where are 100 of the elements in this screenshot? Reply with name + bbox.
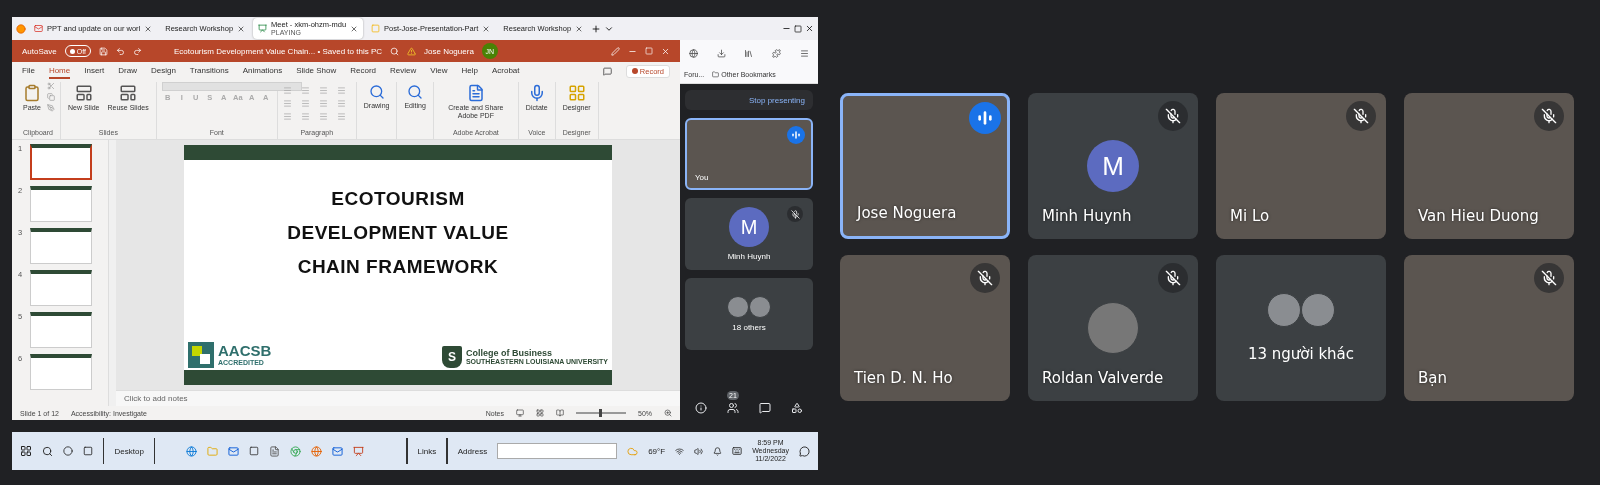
close-icon[interactable] <box>350 24 359 33</box>
record-dot-icon <box>631 68 638 74</box>
toolbar-label[interactable]: Desktop <box>114 446 144 456</box>
slide-thumbnail[interactable] <box>30 228 93 264</box>
close-icon[interactable] <box>805 24 814 33</box>
library-icon[interactable] <box>744 48 754 58</box>
info-icon[interactable] <box>695 402 707 414</box>
ribbon-tab[interactable]: Insert <box>84 63 105 79</box>
font-field[interactable] <box>161 82 302 91</box>
user-name: Jose Noguera <box>424 46 474 56</box>
ribbon-tab[interactable]: File <box>22 63 35 79</box>
toolbar-label[interactable]: Address <box>457 446 488 456</box>
participant-name: Minh Huynh <box>727 252 771 261</box>
mail-icon <box>34 24 43 33</box>
others-count: 13 người khác <box>1247 345 1355 363</box>
grid-view-icon[interactable] <box>536 409 544 417</box>
avatar: M <box>729 207 769 247</box>
globe-icon[interactable] <box>310 445 322 457</box>
ribbon-tab[interactable]: Slide Show <box>296 63 337 79</box>
document-icon[interactable] <box>268 445 280 457</box>
slide-title: ECOTOURISM <box>331 188 465 210</box>
grid-icon <box>567 84 586 102</box>
ribbon-tab[interactable]: Record <box>350 63 377 79</box>
square-icon[interactable] <box>248 446 259 456</box>
wifi-icon[interactable] <box>675 446 685 456</box>
ribbon-tab[interactable]: Animations <box>242 63 283 79</box>
shield-logo: S <box>441 346 462 368</box>
autosave-label: AutoSave <box>22 46 57 56</box>
zoom-slider-thumb[interactable] <box>599 409 603 417</box>
globe-icon[interactable] <box>185 445 197 457</box>
slide-thumbnail[interactable] <box>30 186 93 222</box>
presentation-icon[interactable] <box>352 445 364 457</box>
logo-text: College of Business <box>465 348 553 359</box>
weather-temperature: 69°F <box>648 446 666 456</box>
reading-view-icon[interactable] <box>556 409 564 417</box>
ribbon-tab[interactable]: View <box>430 63 448 79</box>
extension-icon[interactable] <box>772 48 782 58</box>
ribbon-tab[interactable]: Help <box>461 63 478 79</box>
participant-name: Bạn <box>1418 369 1447 387</box>
slide-layout-icon <box>74 84 93 102</box>
fit-icon[interactable] <box>664 409 672 417</box>
participant-name: You <box>695 173 709 182</box>
toolbar-label[interactable]: Links <box>417 446 437 456</box>
stop-presenting-button[interactable]: Stop presenting <box>685 90 813 110</box>
slide-thumbnail[interactable] <box>30 144 93 180</box>
ribbon-tab[interactable]: Design <box>150 63 176 79</box>
close-icon[interactable] <box>144 24 153 33</box>
square-icon <box>371 24 381 33</box>
participant-name: Mi Lo <box>1230 207 1270 225</box>
logo-text: AACSB <box>218 343 272 360</box>
search-icon <box>368 84 385 100</box>
warning-icon <box>407 46 416 56</box>
slide-thumbnail[interactable] <box>30 312 93 348</box>
participant-name: Tien D. N. Ho <box>854 369 953 387</box>
address-field[interactable] <box>497 443 618 459</box>
ribbon-tab[interactable]: Acrobat <box>491 63 520 79</box>
folder-icon[interactable] <box>712 71 720 78</box>
ribbon-tab[interactable]: Review <box>390 63 417 79</box>
keyboard-icon[interactable] <box>732 446 743 456</box>
normal-view-icon[interactable] <box>516 409 524 417</box>
redo-icon[interactable] <box>132 46 142 56</box>
clipboard-icon <box>23 84 41 102</box>
avatar-placeholder <box>1267 293 1301 327</box>
notification-icon[interactable] <box>798 445 810 457</box>
avatar-placeholder <box>749 296 771 318</box>
pen-icon[interactable] <box>611 46 620 56</box>
save-icon[interactable] <box>98 46 108 56</box>
document-title[interactable]: Ecotourism Development Value Chain... • Saved to this PC <box>173 46 382 56</box>
close-icon[interactable] <box>237 24 246 33</box>
new-tab-icon[interactable] <box>591 23 602 34</box>
comment-icon[interactable] <box>602 66 612 76</box>
slide-title: DEVELOPMENT VALUE <box>287 222 509 244</box>
chrome-icon[interactable] <box>289 445 301 457</box>
slide-thumbnail[interactable] <box>30 354 93 390</box>
ribbon-tab[interactable]: Transitions <box>189 63 229 79</box>
mail-icon[interactable] <box>227 445 239 457</box>
ribbon-tab[interactable]: Draw <box>118 63 137 79</box>
scrollbar[interactable] <box>108 140 116 406</box>
participant-name: Jose Noguera <box>857 204 957 222</box>
presentation-icon <box>258 24 268 33</box>
volume-icon[interactable] <box>694 446 704 456</box>
close-icon[interactable] <box>482 24 491 33</box>
undo-icon[interactable] <box>115 46 125 56</box>
close-icon[interactable] <box>575 24 584 33</box>
participant-name: Roldan Valverde <box>1042 369 1164 387</box>
circle-icon[interactable] <box>63 446 73 456</box>
maximize-icon[interactable] <box>794 24 802 33</box>
slide-thumbnail[interactable] <box>30 270 93 306</box>
chat-icon[interactable] <box>759 402 771 414</box>
search-icon[interactable] <box>42 445 53 457</box>
notes-field[interactable]: Click to add notes <box>116 390 680 406</box>
weather-icon <box>627 445 639 457</box>
document-icon <box>466 84 485 102</box>
menu-icon[interactable] <box>799 48 809 58</box>
mail-icon[interactable] <box>331 445 343 457</box>
download-icon[interactable] <box>716 48 726 58</box>
bell-icon[interactable] <box>713 446 723 456</box>
shapes-icon[interactable] <box>791 402 803 414</box>
search-icon <box>407 84 424 100</box>
ribbon-tab[interactable]: Home <box>48 63 71 79</box>
